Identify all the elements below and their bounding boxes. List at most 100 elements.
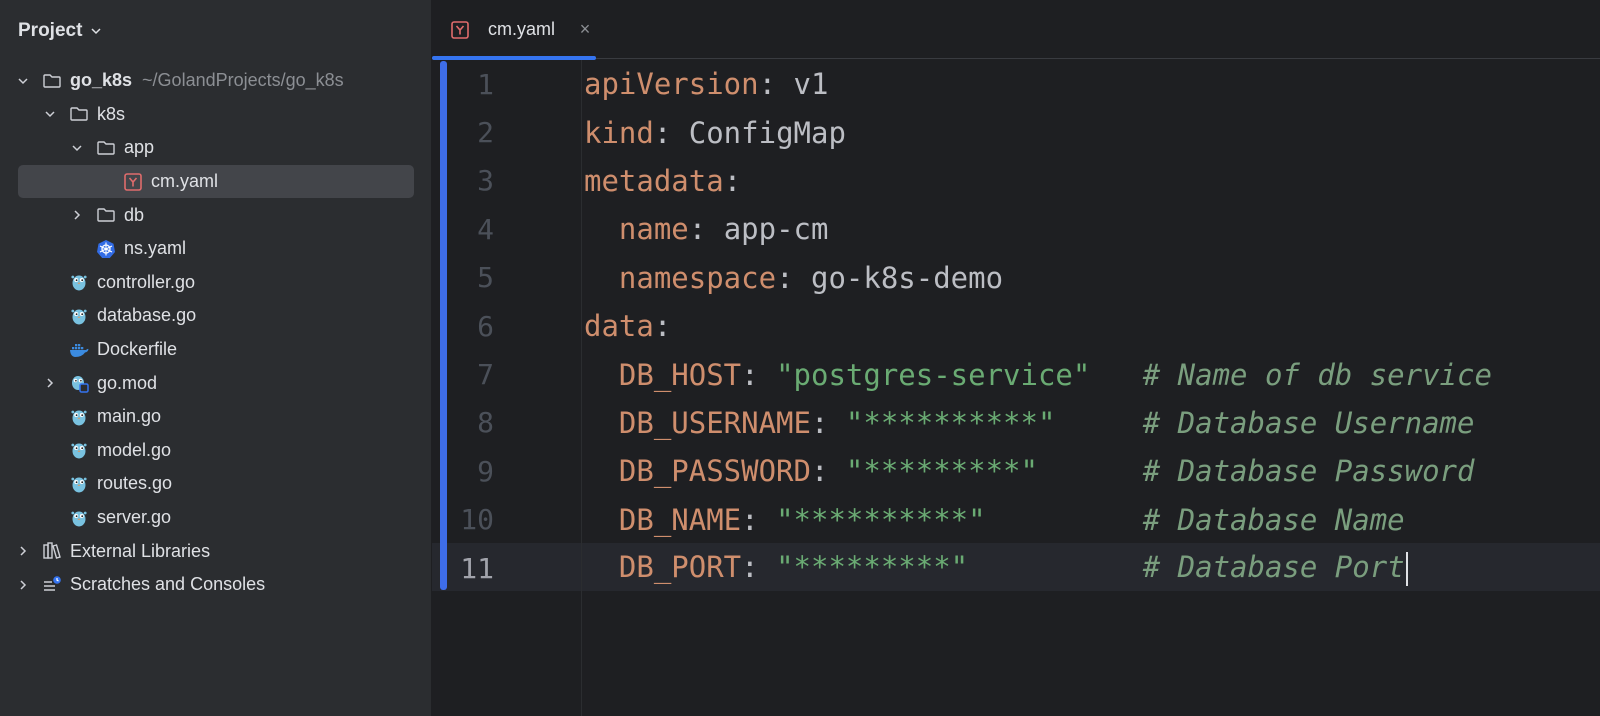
folder-icon [69, 104, 89, 124]
chevron-down-icon[interactable] [70, 141, 84, 155]
tree-item-label: External Libraries [70, 540, 211, 561]
close-icon[interactable]: × [577, 19, 593, 39]
chevron-right-icon[interactable] [43, 376, 57, 390]
tree-item-database-go[interactable]: database.go [0, 299, 432, 333]
yaml-file-icon [450, 20, 470, 40]
tree-item-scratches-and-consoles[interactable]: Scratches and Consoles [0, 568, 432, 602]
padding [1038, 454, 1143, 488]
yaml-key: apiVersion [584, 67, 759, 102]
code-line[interactable]: 8 DB_USERNAME: "**********" # Database U… [432, 399, 1474, 447]
project-tree: go_k8s ~/GolandProjects/go_k8s k8s app cm.ya… [0, 64, 432, 602]
padding [1055, 406, 1142, 440]
yaml-comment: # Database Username [1142, 405, 1475, 440]
line-number: 7 [477, 358, 494, 392]
code-editor[interactable]: 1 apiVersion: v1 2 kind: ConfigMap 3 metadata… [432, 60, 1600, 716]
line-number: 2 [477, 116, 494, 150]
code-line[interactable]: 11 DB_PORT: "*********" # Database Port [432, 544, 1408, 592]
tree-item-db[interactable]: db [0, 198, 432, 232]
line-number: 10 [460, 503, 494, 537]
tree-item-go-k8s[interactable]: go_k8s ~/GolandProjects/go_k8s [0, 64, 432, 98]
yaml-value: app-cm [723, 212, 829, 247]
line-number: 3 [477, 164, 494, 198]
code-line[interactable]: 7 DB_HOST: "postgres-service" # Name of … [432, 350, 1492, 398]
tree-item-controller-go[interactable]: controller.go [0, 266, 432, 300]
line-number: 1 [477, 67, 494, 101]
tree-item-dockerfile[interactable]: Dockerfile [0, 333, 432, 367]
tree-item-app[interactable]: app [0, 131, 432, 165]
chevron-down-icon[interactable] [16, 74, 30, 88]
library-icon [42, 541, 62, 561]
tree-item-k8s[interactable]: k8s [0, 98, 432, 132]
yaml-separator: : [741, 357, 777, 392]
yaml-string: "postgres-service" [776, 357, 1091, 392]
folder-icon [42, 71, 62, 91]
code-text: name: app-cm [584, 212, 829, 247]
yaml-separator: : [653, 115, 689, 150]
padding [986, 503, 1143, 537]
code-line[interactable]: 9 DB_PASSWORD: "*********" # Database Pa… [432, 447, 1474, 495]
tree-item-label: Dockerfile [97, 339, 178, 360]
code-line[interactable]: 2 kind: ConfigMap [432, 108, 846, 156]
go-file-icon [69, 474, 89, 494]
tree-item-routes-go[interactable]: routes.go [0, 467, 432, 501]
tree-item-label: cm.yaml [151, 171, 218, 192]
project-panel: Project go_k8s ~/GolandProjects/go_k8s k8s… [0, 0, 432, 716]
tree-item-label: go.mod [97, 372, 158, 393]
tree-item-go-mod[interactable]: go.mod [0, 366, 432, 400]
tree-item-server-go[interactable]: server.go [0, 501, 432, 535]
tree-item-label: app [124, 137, 155, 158]
yaml-comment: # Database Name [1142, 502, 1405, 537]
yaml-separator: : [723, 163, 742, 198]
yaml-key: name [618, 212, 689, 247]
code-line[interactable]: 5 namespace: go-k8s-demo [432, 254, 1003, 302]
go-file-icon [69, 440, 89, 460]
tree-item-label: ns.yaml [124, 238, 187, 259]
line-number: 6 [477, 309, 494, 343]
yaml-file-icon [123, 172, 143, 192]
code-text: DB_USERNAME: "**********" # Database Use… [584, 405, 1475, 440]
yaml-value: go-k8s-demo [810, 260, 1004, 295]
code-text: DB_HOST: "postgres-service" # Name of db… [584, 358, 1492, 392]
tree-item-main-go[interactable]: main.go [0, 400, 432, 434]
chevron-right-icon[interactable] [16, 578, 30, 592]
project-panel-title: Project [18, 20, 83, 41]
tree-item-model-go[interactable]: model.go [0, 434, 432, 468]
tree-item-label: go_k8s [70, 70, 133, 91]
tree-item-cm-yaml[interactable]: cm.yaml [0, 164, 432, 199]
tab-label: cm.yaml [488, 19, 555, 39]
text-caret [1405, 552, 1408, 587]
code-line[interactable]: 4 name: app-cm [432, 205, 828, 253]
tab-cm-yaml[interactable]: cm.yaml × [432, 0, 596, 60]
tree-item-label: main.go [97, 406, 162, 427]
chevron-right-icon[interactable] [70, 208, 84, 222]
chevron-down-icon [91, 28, 101, 35]
padding [1090, 358, 1142, 392]
yaml-key: DB_USERNAME [618, 405, 811, 440]
chevron-right-icon[interactable] [16, 544, 30, 558]
kubernetes-icon [96, 239, 116, 259]
code-line[interactable]: 3 metadata: [432, 157, 741, 205]
yaml-separator: : [776, 260, 811, 295]
folder-icon [96, 138, 116, 158]
tree-item-path-hint: ~/GolandProjects/go_k8s [142, 70, 344, 91]
tree-item-ns-yaml[interactable]: ns.yaml [0, 232, 432, 266]
code-line[interactable]: 6 data: [432, 302, 671, 350]
project-view-selector[interactable]: Project [18, 18, 102, 44]
yaml-comment: # Name of db service [1142, 357, 1492, 392]
chevron-down-icon[interactable] [43, 107, 57, 121]
tree-item-label: routes.go [97, 473, 173, 494]
tree-item-label: controller.go [97, 271, 196, 292]
tree-item-external-libraries[interactable]: External Libraries [0, 534, 432, 568]
padding [968, 550, 1143, 584]
yaml-key: DB_PASSWORD [618, 454, 811, 489]
code-line[interactable]: 10 DB_NAME: "**********" # Database Name [432, 496, 1404, 544]
code-line[interactable]: 1 apiVersion: v1 [432, 60, 828, 108]
yaml-key: DB_NAME [618, 502, 742, 537]
go-file-icon [69, 306, 89, 326]
